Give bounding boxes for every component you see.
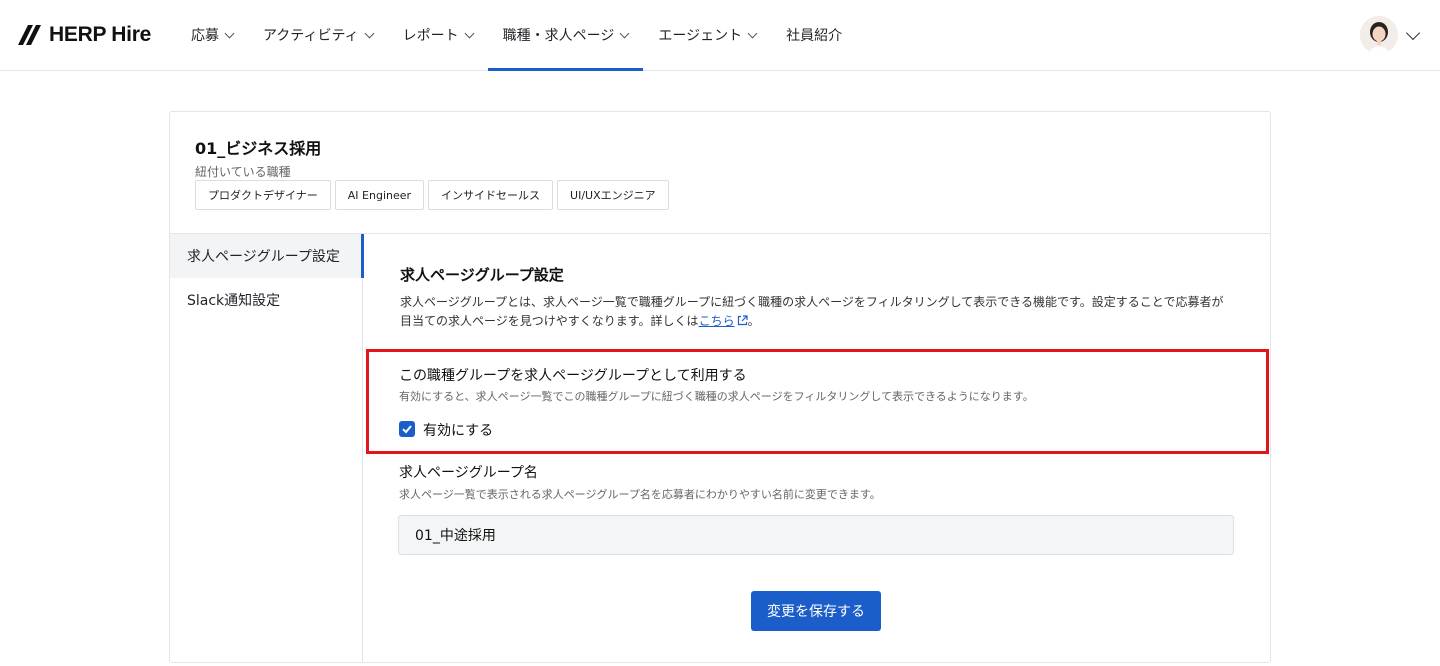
sidebar-item-job-page-group[interactable]: 求人ページグループ設定 xyxy=(170,234,364,278)
chevron-down-icon xyxy=(464,28,475,38)
checkmark-icon xyxy=(402,425,412,434)
nav-applications[interactable]: 応募 xyxy=(176,0,248,70)
group-name-description: 求人ページ一覧で表示される求人ページグループ名を応募者にわかりやすい名前に変更で… xyxy=(399,488,881,501)
nav-reports[interactable]: レポート xyxy=(388,0,488,70)
account-chevron-down-icon[interactable] xyxy=(1405,25,1421,41)
herp-logo-icon xyxy=(18,25,41,45)
top-header: HERP Hire 応募 アクティビティ レポート 職種・求人ページ エージェン… xyxy=(0,0,1440,71)
enable-checkbox[interactable] xyxy=(399,421,415,437)
chevron-down-icon xyxy=(619,28,630,38)
chevron-down-icon xyxy=(364,28,375,38)
main-nav: 応募 アクティビティ レポート 職種・求人ページ エージェント 社員紹介 xyxy=(176,0,857,71)
avatar-image xyxy=(1360,16,1398,54)
settings-sidebar: 求人ページグループ設定 Slack通知設定 xyxy=(170,234,364,663)
group-name-input[interactable]: 01_中途採用 xyxy=(398,515,1234,555)
section-title: 求人ページグループ設定 xyxy=(400,266,564,284)
section-description: 求人ページグループとは、求人ページ一覧で職種グループに紐づく職種の求人ページをフ… xyxy=(400,295,1224,328)
chevron-down-icon xyxy=(747,28,758,38)
logo-text: HERP Hire xyxy=(49,23,151,46)
save-button[interactable]: 変更を保存する xyxy=(751,591,881,631)
chevron-down-icon xyxy=(224,28,235,38)
linked-job-chips: プロダクトデザイナー AI Engineer インサイドセールス UI/UXエン… xyxy=(195,180,669,210)
external-link-icon xyxy=(737,315,748,326)
enable-checkbox-label[interactable]: 有効にする xyxy=(423,420,493,440)
job-chip: プロダクトデザイナー xyxy=(195,180,331,210)
group-header: 01_ビジネス採用 紐付いている職種 プロダクトデザイナー AI Enginee… xyxy=(170,112,1270,234)
nav-referrals[interactable]: 社員紹介 xyxy=(771,0,857,70)
sidebar-item-slack[interactable]: Slack通知設定 xyxy=(170,278,362,322)
job-chip: インサイドセールス xyxy=(428,180,554,210)
group-name-title: 求人ページグループ名 xyxy=(399,465,538,481)
nav-jobs-pages[interactable]: 職種・求人ページ xyxy=(487,0,644,71)
job-chip: UI/UXエンジニア xyxy=(557,180,669,210)
linked-jobs-label: 紐付いている職種 xyxy=(195,165,291,179)
use-as-group-description: 有効にすると、求人ページ一覧でこの職種グループに紐づく職種の求人ページをフィルタ… xyxy=(399,390,1034,403)
details-link[interactable]: こちら xyxy=(699,314,735,328)
nav-agents[interactable]: エージェント xyxy=(643,0,771,70)
group-title: 01_ビジネス採用 xyxy=(195,139,322,158)
job-chip: AI Engineer xyxy=(334,180,425,210)
use-as-group-title: この職種グループを求人ページグループとして利用する xyxy=(399,368,747,384)
nav-activity[interactable]: アクティビティ xyxy=(248,0,388,70)
user-avatar[interactable] xyxy=(1360,16,1398,54)
herp-logo[interactable]: HERP Hire xyxy=(16,22,151,48)
